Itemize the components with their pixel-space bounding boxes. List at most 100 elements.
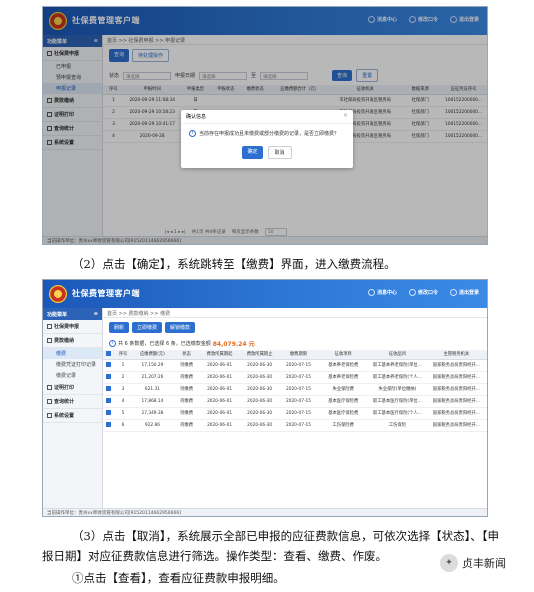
select-all-header: [103, 350, 115, 360]
nav-group-payment[interactable]: 费款缴纳: [43, 334, 102, 348]
table-cell: 6: [114, 419, 132, 432]
table-cell: 待缴费: [173, 359, 200, 372]
table-cell: 基本养老保险费: [317, 371, 370, 384]
nav-group-label: 证明打印: [54, 385, 75, 391]
paragraph-step-3-1: ①点击【查看】，查看应征费款申报明细。: [72, 571, 285, 585]
sidebar: 功能菜单 ≡ 社保费申报 费款缴纳 缴费 缴费凭证打印记录 缴费记录 证明打印 查…: [43, 308, 103, 516]
row-checkbox[interactable]: [106, 421, 112, 427]
column-header: 费款所属期起: [199, 350, 240, 360]
row-select-cell: [103, 395, 115, 408]
message-center-link[interactable]: 消息中心: [367, 289, 397, 296]
confirm-button[interactable]: 确定: [242, 146, 263, 159]
table-cell: 4: [114, 395, 132, 408]
table-cell: 2020-06-01: [199, 419, 240, 432]
nav-item-payment-records[interactable]: 缴费记录: [43, 370, 102, 381]
table-cell: 待缴费: [173, 383, 200, 396]
table-cell: 621.31: [131, 383, 174, 396]
table-cell: 待缴费: [173, 419, 200, 432]
select-all-checkbox[interactable]: [106, 350, 112, 356]
table-cell: 基本医疗保险费: [317, 395, 370, 408]
column-header: 费款所属期止: [239, 350, 280, 360]
nav-group-label: 社保费申报: [54, 324, 80, 330]
table-cell: 待缴费: [173, 371, 200, 384]
row-checkbox[interactable]: [106, 385, 112, 391]
table-cell: 5: [114, 407, 132, 420]
table-cell: 工伤保险费: [317, 419, 370, 432]
table-cell: 2020-06-30: [239, 371, 280, 384]
refresh-button[interactable]: 刷新: [109, 322, 130, 333]
nav-group-label: 查询统计: [54, 399, 75, 405]
menu-collapse-icon[interactable]: ≡: [94, 311, 98, 317]
nav-item-pay[interactable]: 缴费: [43, 348, 102, 359]
nav-item-voucher-print[interactable]: 缴费凭证打印记录: [43, 359, 102, 370]
table-cell: 2020-07-15: [279, 383, 318, 396]
table-cell: 3: [114, 383, 132, 396]
table-cell: 2020-07-15: [279, 395, 318, 408]
confirm-dialog: 确认信息 × i 当前存在申报成功且未缴费或部分缴费的记录，是否立即缴费？ 确定…: [181, 110, 353, 168]
table-cell: 2020-06-01: [199, 359, 240, 372]
table-cell: 2020-07-15: [279, 419, 318, 432]
key-icon: [408, 289, 416, 296]
row-checkbox[interactable]: [106, 397, 112, 403]
table-cell: 17,868.14: [131, 395, 174, 408]
table-cell: 27,349.38: [131, 407, 174, 420]
folder-icon: [47, 399, 52, 404]
wechat-logo-icon: ✦: [440, 554, 458, 572]
table-cell: 职工基本养老保险(单位...: [369, 359, 426, 372]
row-checkbox[interactable]: [106, 361, 112, 367]
folder-icon: [47, 338, 52, 343]
column-header: 征收项目: [317, 350, 370, 360]
dialog-message-row: i 当前存在申报成功且未缴费或部分缴费的记录，是否立即缴费？: [181, 124, 353, 143]
table-row[interactable]: 5 27,349.38 待缴费 2020-06-01 2020-06-30 2020-07…: [103, 407, 487, 420]
nav-group-certificates[interactable]: 证明打印: [43, 381, 102, 395]
table-row[interactable]: 6 922.86 待缴费 2020-06-01 2020-06-30 2020-07-15…: [103, 419, 487, 432]
nav-group-settings[interactable]: 系统设置: [43, 409, 102, 423]
table-row[interactable]: 2 21,207.26 待缴费 2020-06-01 2020-06-30 2020-07…: [103, 371, 487, 384]
nav-group-statistics[interactable]: 查询统计: [43, 395, 102, 409]
table-cell: 2020-06-01: [199, 371, 240, 384]
column-header: 征收品目: [369, 350, 426, 360]
table-row[interactable]: 4 17,868.14 待缴费 2020-06-01 2020-06-30 2020-07…: [103, 395, 487, 408]
main-panel: 首页 >> 费款缴纳 >> 缴费 刷新 立即缴费 解锁缴款 i 共 6 条数据，…: [103, 308, 487, 516]
table-row[interactable]: 3 621.31 待缴费 2020-06-01 2020-06-30 2020-07-15…: [103, 383, 487, 396]
column-header: 缴费期限: [279, 350, 318, 360]
gear-icon: [47, 413, 52, 418]
nav-group-declaration[interactable]: 社保费申报: [43, 320, 102, 334]
column-header: 主管税务机关: [425, 350, 487, 360]
close-icon[interactable]: ×: [343, 112, 348, 119]
table-cell: 2020-06-30: [239, 395, 280, 408]
row-select-cell: [103, 407, 115, 420]
table-cell: 国家税务总局贵阳经开...: [425, 407, 487, 420]
pay-now-button[interactable]: 立即缴费: [132, 322, 163, 333]
table-row[interactable]: 1 17,150.29 待缴费 2020-06-01 2020-06-30 2020-07…: [103, 359, 487, 372]
table-cell: 2020-06-01: [199, 383, 240, 396]
table-cell: 职工基本医疗保险(个人...: [369, 407, 426, 420]
table-cell: 国家税务总局贵阳经开...: [425, 395, 487, 408]
top-links: 消息中心 修改口令 退出登录: [367, 289, 479, 296]
message-center-label: 消息中心: [376, 290, 397, 296]
change-password-link[interactable]: 修改口令: [408, 289, 438, 296]
paragraph-step-2: （2）点击【确定】，系统跳转至【缴费】界面，进入缴费流程。: [72, 257, 396, 271]
logout-label: 退出登录: [458, 290, 479, 296]
table-cell: 1: [114, 359, 132, 372]
row-select-cell: [103, 359, 115, 372]
row-checkbox[interactable]: [106, 373, 112, 379]
logout-link[interactable]: 退出登录: [449, 289, 479, 296]
action-buttons: 刷新 立即缴费 解锁缴款: [103, 318, 487, 337]
table-cell: 21,207.26: [131, 371, 174, 384]
bell-icon: [367, 289, 375, 296]
column-header: 状态: [173, 350, 200, 360]
info-icon: i: [189, 130, 196, 137]
summary-amount: 84,079.24 元: [212, 341, 255, 348]
table-cell: 国家税务总局贵阳经开...: [425, 419, 487, 432]
nav-group-label: 系统设置: [54, 413, 75, 419]
screenshot-payment: 社保费管理客户端 消息中心 修改口令 退出登录 功能菜单 ≡ 社保费申报 费款缴纳…: [42, 279, 488, 517]
column-header: 序号: [114, 350, 132, 360]
unlock-payment-button[interactable]: 解锁缴款: [165, 322, 196, 333]
cancel-button[interactable]: 取消: [267, 146, 292, 159]
row-checkbox[interactable]: [106, 409, 112, 415]
table-cell: 17,150.29: [131, 359, 174, 372]
app-header: 社保费管理客户端 消息中心 修改口令 退出登录: [43, 280, 487, 308]
nav-header-label: 功能菜单: [47, 312, 68, 318]
table-cell: 工伤保险: [369, 419, 426, 432]
